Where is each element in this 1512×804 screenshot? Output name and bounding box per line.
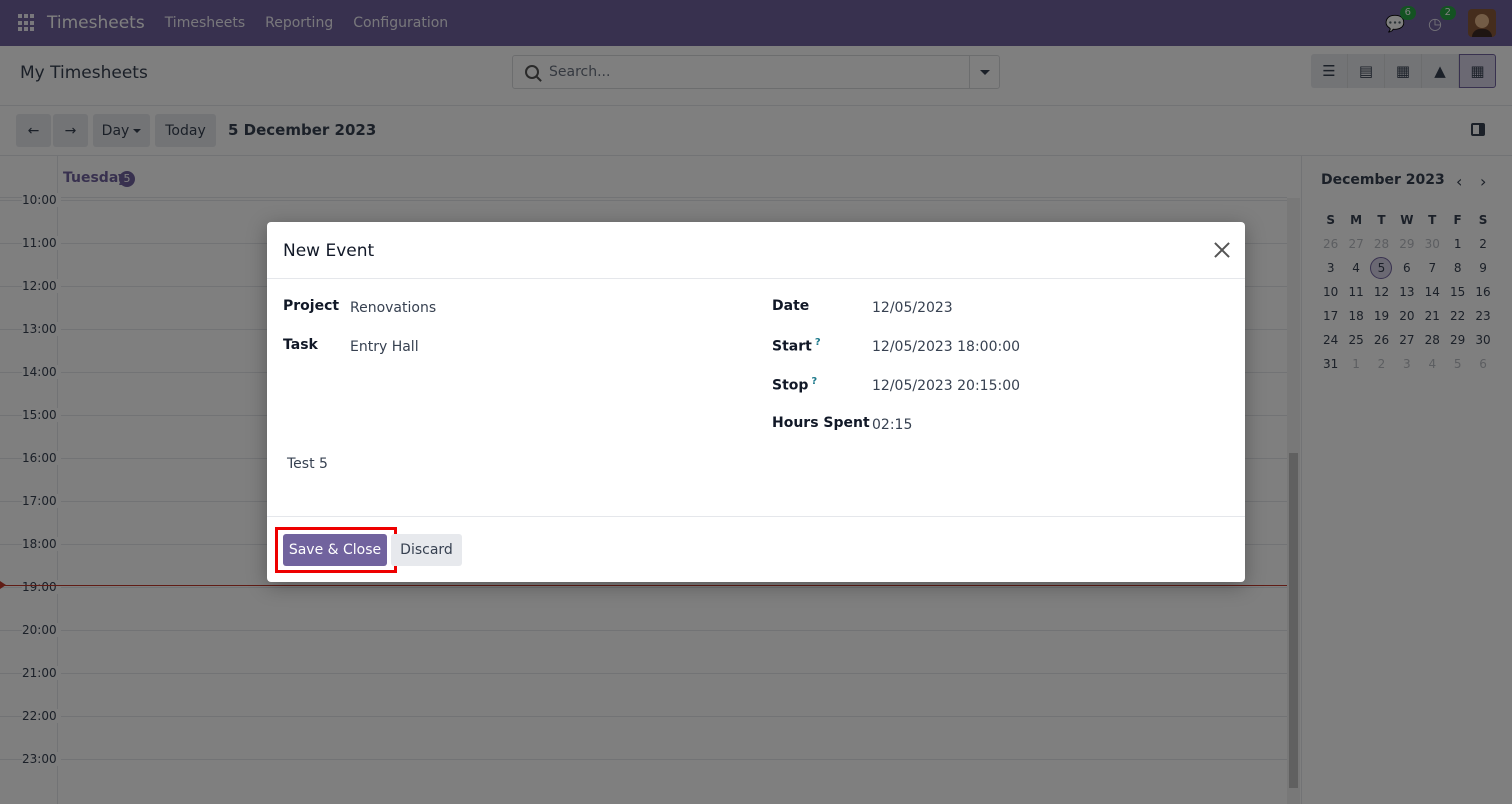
start-label-text: Start	[772, 338, 812, 355]
project-label: Project	[283, 298, 340, 314]
help-icon[interactable]: ?	[815, 337, 821, 348]
date-field[interactable]: 12/05/2023	[872, 300, 953, 316]
close-icon[interactable]	[1213, 241, 1231, 259]
date-label: Date	[772, 298, 810, 314]
hours-spent-field[interactable]: 02:15	[872, 417, 912, 433]
project-field[interactable]: Renovations	[350, 300, 436, 316]
hours-spent-label: Hours Spent	[772, 415, 870, 431]
dialog-footer: Save & Close Discard	[267, 516, 1245, 582]
description-field[interactable]: Test 5	[287, 456, 328, 472]
start-label: Start?	[772, 337, 821, 355]
stop-field[interactable]: 12/05/2023 20:15:00	[872, 378, 1020, 394]
new-event-dialog: New Event Project Renovations Task Entry…	[267, 222, 1245, 582]
start-field[interactable]: 12/05/2023 18:00:00	[872, 339, 1020, 355]
stop-label: Stop?	[772, 376, 817, 394]
discard-button[interactable]: Discard	[391, 534, 462, 566]
dialog-header: New Event	[267, 222, 1245, 279]
task-field[interactable]: Entry Hall	[350, 339, 419, 355]
stop-label-text: Stop	[772, 377, 809, 394]
dialog-title: New Event	[283, 241, 375, 261]
help-icon[interactable]: ?	[811, 376, 817, 387]
save-close-button[interactable]: Save & Close	[283, 534, 387, 566]
task-label: Task	[283, 337, 318, 353]
